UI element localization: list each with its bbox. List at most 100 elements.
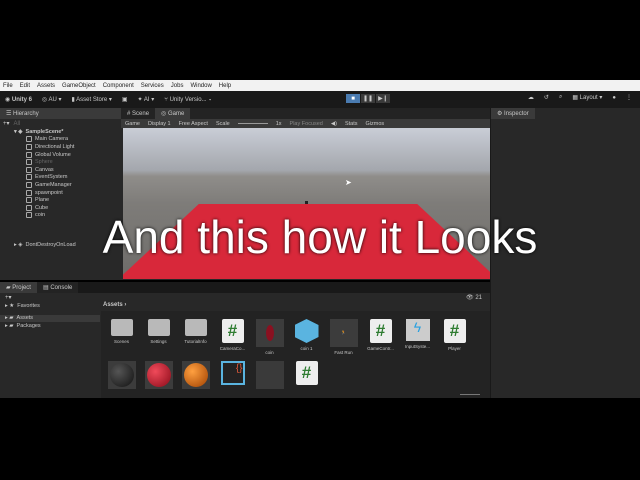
folder-icon [147, 319, 170, 336]
hierarchy-toolbar: +▾ All [0, 119, 121, 128]
menu-edit[interactable]: Edit [20, 83, 30, 89]
video-caption: And this how it Looks [102, 211, 538, 263]
asset-settings[interactable]: Settings [140, 319, 177, 355]
asset-empty[interactable] [251, 361, 288, 389]
layout-dropdown[interactable]: ▦ Layout ▾ [572, 94, 602, 101]
assets-item[interactable]: ▸ ▰ Assets [0, 314, 100, 323]
tab-inspector[interactable]: ⚙ Inspector [491, 108, 535, 119]
ai-button[interactable]: ✦ AI ▾ [138, 96, 155, 103]
project-tree: ▸ ★ Favorites ▸ ▰ Assets ▸ ▰ Packages [0, 302, 100, 398]
more-icon[interactable]: ⋮ [626, 94, 632, 101]
tab-game[interactable]: ◎ Game [155, 108, 191, 119]
tab-hierarchy[interactable]: ☰ Hierarchy [0, 108, 121, 119]
model-icon [255, 319, 284, 347]
script-icon: # [369, 319, 392, 343]
asset-coin[interactable]: coin [251, 319, 288, 355]
asset-coin-1[interactable]: coin 1 [288, 319, 325, 355]
menu-assets[interactable]: Assets [37, 83, 55, 89]
game-mode-dropdown[interactable]: Game [125, 121, 140, 127]
tab-scene[interactable]: # Scene [121, 108, 156, 119]
aspect-dropdown[interactable]: Free Aspect [179, 121, 208, 127]
asset-player[interactable]: # Player [436, 319, 473, 355]
asset-material-black[interactable] [103, 361, 140, 389]
menu-services[interactable]: Services [141, 83, 164, 89]
menu-help[interactable]: Help [219, 83, 231, 89]
cloud-icon[interactable]: ☁ [528, 94, 534, 101]
folder-icon [110, 319, 133, 336]
hierarchy-search[interactable]: All [14, 121, 21, 127]
menu-component[interactable]: Component [103, 83, 134, 89]
list-item[interactable]: spawnpoint [26, 189, 121, 197]
main-toolbar: ◉ Unity 6 ◎ AU ▾ ▮ Asset Store ▾ ▣ ✦ AI … [0, 91, 640, 108]
menu-file[interactable]: File [3, 83, 13, 89]
package-icon[interactable]: ▣ [122, 96, 128, 103]
material-icon [183, 363, 208, 387]
list-item[interactable]: GameManager [26, 181, 121, 189]
play-focused-dropdown[interactable]: Play Focused [290, 121, 323, 127]
asset-material-orange[interactable] [177, 361, 214, 389]
asset-store-button[interactable]: ▮ Asset Store ▾ [72, 96, 112, 103]
scale-label: Scale [215, 120, 230, 127]
asset-shader[interactable]: {} [214, 361, 251, 389]
asset-row: Scenes Settings TutorialInfo # CameraCo..… [101, 311, 490, 355]
blank-thumbnail [255, 361, 284, 389]
add-asset-button[interactable]: +▾ [5, 294, 12, 301]
history-icon[interactable]: ↺ [544, 94, 549, 101]
project-panel: ▰ Project ▤ Console +▾ 👁 21 ▸ ★ Favorite… [0, 282, 490, 398]
script-icon: # [221, 319, 244, 343]
shader-icon: {} [220, 361, 245, 385]
asset-fast-run[interactable]: 🏃 Fast Run [325, 319, 362, 355]
mute-icon[interactable]: ◀) [331, 121, 337, 127]
list-item[interactable]: Directional Light [26, 143, 121, 151]
material-icon [146, 363, 171, 387]
scale-value: 1x [275, 120, 282, 127]
display-dropdown[interactable]: Display 1 [148, 121, 171, 127]
animation-icon: 🏃 [329, 319, 358, 347]
asset-browser: Assets › Scenes Settings TutorialInfo # C… [101, 302, 490, 398]
asset-gamecontroller[interactable]: # GameContr... [362, 319, 399, 355]
project-toolbar: +▾ 👁 21 [0, 293, 490, 302]
folder-icon [184, 319, 207, 336]
account-button[interactable]: ◉ Unity 6 [5, 96, 32, 103]
asset-inputsystem[interactable]: ϟ InputSyste... [399, 319, 436, 355]
menu-gameobject[interactable]: GameObject [62, 83, 96, 89]
asset-tutorialinfo[interactable]: TutorialInfo [177, 319, 214, 355]
stats-button[interactable]: Stats [345, 121, 358, 127]
asset-scenes[interactable]: Scenes [103, 319, 140, 355]
search-icon[interactable]: ⌕ [559, 94, 562, 101]
game-toolbar: Game Display 1 Free Aspect Scale 1x Play… [121, 119, 490, 128]
menu-window[interactable]: Window [190, 83, 211, 89]
tab-console[interactable]: ▤ Console [36, 282, 79, 293]
scene-item[interactable]: ▾ ◈ SampleScene* [14, 128, 121, 136]
list-item[interactable]: Sphere [26, 158, 121, 166]
pause-button[interactable]: ❚❚ [361, 94, 375, 103]
play-button[interactable]: ■ [346, 94, 360, 103]
cursor-icon: ➤ [345, 178, 352, 187]
asset-material-red[interactable] [140, 361, 177, 389]
list-item[interactable]: Global Volume [26, 151, 121, 159]
breadcrumb: Assets › [101, 302, 490, 311]
au-button[interactable]: ◎ AU ▾ [42, 96, 62, 103]
scale-slider[interactable] [237, 123, 268, 124]
favorites-item[interactable]: ▸ ★ Favorites [0, 302, 100, 310]
version-control-button[interactable]: ⑂ Unity Versio... ▾ [164, 97, 212, 103]
help-icon[interactable]: ● [612, 95, 616, 101]
input-actions-icon: ϟ [405, 319, 430, 341]
asset-cameracontroller[interactable]: # CameraCo... [214, 319, 251, 355]
thumbnail-size-slider[interactable] [460, 394, 480, 395]
gizmos-button[interactable]: Gizmos [365, 121, 384, 127]
tab-project[interactable]: ▰ Project [0, 282, 37, 293]
asset-script[interactable]: # [288, 361, 325, 389]
list-item[interactable]: EventSystem [26, 174, 121, 182]
menu-jobs[interactable]: Jobs [171, 83, 184, 89]
add-icon[interactable]: +▾ [3, 120, 10, 127]
list-item[interactable]: Main Camera [26, 136, 121, 144]
script-icon: # [443, 319, 466, 343]
list-item[interactable]: Plane [26, 196, 121, 204]
step-button[interactable]: ▶❙ [376, 94, 390, 103]
script-icon: # [295, 361, 318, 385]
prefab-icon [294, 319, 319, 343]
packages-item[interactable]: ▸ ▰ Packages [0, 322, 100, 330]
player-object [305, 201, 308, 204]
list-item[interactable]: Canvas [26, 166, 121, 174]
